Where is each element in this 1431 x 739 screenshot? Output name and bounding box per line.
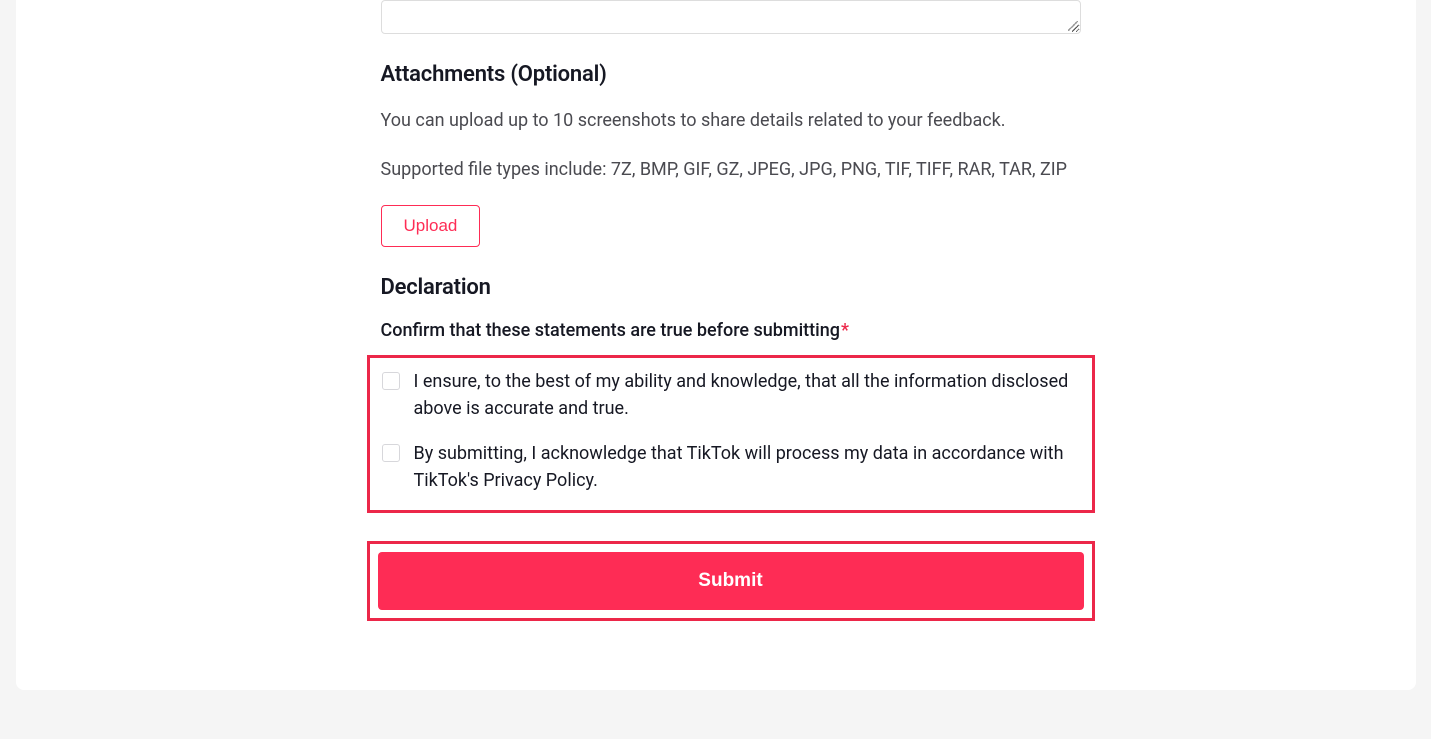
- declaration-checkbox-1-label: I ensure, to the best of my ability and …: [414, 368, 1080, 422]
- declaration-row-2: By submitting, I acknowledge that TikTok…: [382, 440, 1080, 494]
- declaration-heading: Declaration: [381, 275, 1081, 300]
- form-card: Attachments (Optional) You can upload up…: [16, 0, 1416, 690]
- attachments-help-2: Supported file types include: 7Z, BMP, G…: [381, 156, 1081, 185]
- declaration-checkbox-2-label: By submitting, I acknowledge that TikTok…: [414, 440, 1080, 494]
- declaration-confirm-label: Confirm that these statements are true b…: [381, 320, 1081, 341]
- feedback-textarea[interactable]: [381, 0, 1081, 34]
- required-indicator: *: [841, 320, 849, 341]
- upload-button[interactable]: Upload: [381, 205, 481, 247]
- submit-button[interactable]: Submit: [378, 552, 1084, 610]
- declaration-highlight: I ensure, to the best of my ability and …: [367, 355, 1095, 513]
- attachments-heading: Attachments (Optional): [381, 62, 1081, 87]
- form-content: Attachments (Optional) You can upload up…: [381, 0, 1081, 621]
- declaration-confirm-text: Confirm that these statements are true b…: [381, 320, 840, 341]
- declaration-checkbox-1[interactable]: [382, 372, 400, 390]
- attachments-help-1: You can upload up to 10 screenshots to s…: [381, 107, 1081, 136]
- declaration-row-1: I ensure, to the best of my ability and …: [382, 368, 1080, 422]
- submit-highlight: Submit: [367, 541, 1095, 621]
- declaration-checkbox-2[interactable]: [382, 444, 400, 462]
